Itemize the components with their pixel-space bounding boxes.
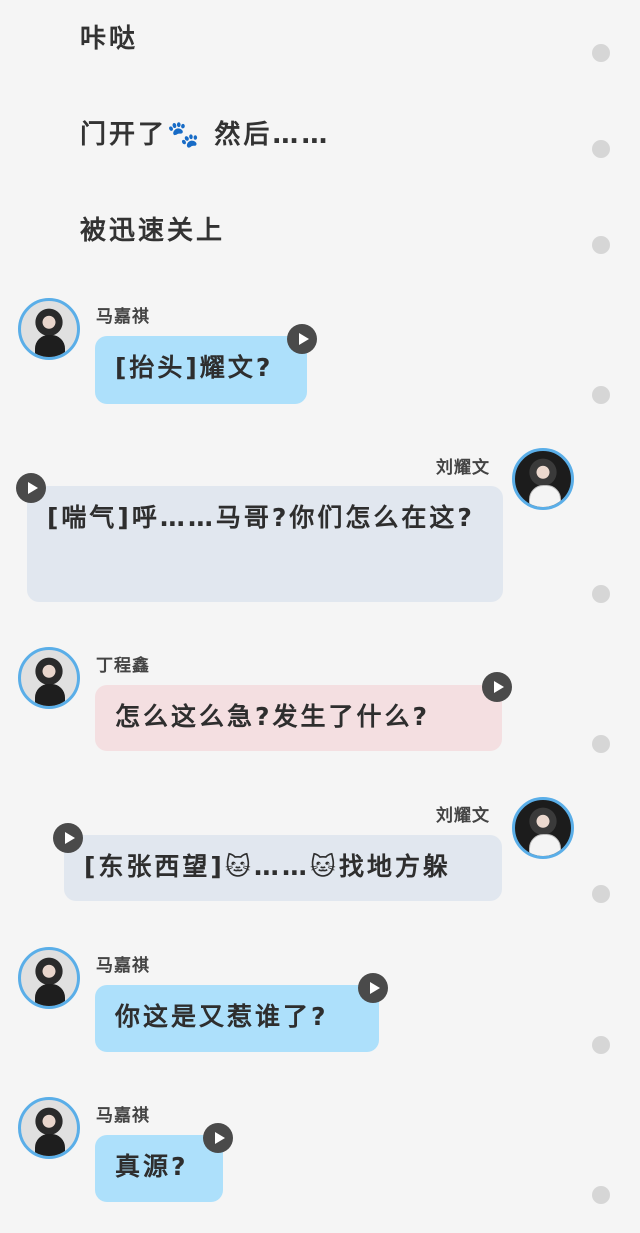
avatar[interactable] <box>512 797 574 859</box>
play-icon[interactable] <box>203 1123 233 1153</box>
message-bubble: [喘气]呼……马哥?你们怎么在这? <box>27 486 503 602</box>
status-dot-icon <box>592 44 610 62</box>
message-bubble: 你这是又惹谁了? <box>95 985 379 1052</box>
status-dot-icon <box>592 585 610 603</box>
message-bubble: 怎么这么急?发生了什么? <box>95 685 502 751</box>
avatar[interactable] <box>512 448 574 510</box>
status-dot-icon <box>592 1186 610 1204</box>
narration-line: 门开了🐾 然后…… <box>80 120 331 150</box>
status-dot-icon <box>592 735 610 753</box>
avatar[interactable] <box>18 647 80 709</box>
status-dot-icon <box>592 386 610 404</box>
speaker-name: 马嘉祺 <box>96 956 150 976</box>
avatar[interactable] <box>18 947 80 1009</box>
status-dot-icon <box>592 885 610 903</box>
play-icon[interactable] <box>482 672 512 702</box>
play-icon[interactable] <box>287 324 317 354</box>
status-dot-icon <box>592 236 610 254</box>
speaker-name: 刘耀文 <box>436 458 490 478</box>
avatar[interactable] <box>18 298 80 360</box>
speaker-name: 马嘉祺 <box>96 1106 150 1126</box>
speaker-name: 马嘉祺 <box>96 307 150 327</box>
play-icon[interactable] <box>53 823 83 853</box>
avatar[interactable] <box>18 1097 80 1159</box>
narration-line: 被迅速关上 <box>80 216 226 246</box>
status-dot-icon <box>592 1036 610 1054</box>
chat-story-screen: 咔哒 门开了🐾 然后…… 被迅速关上 马嘉祺 [抬头]耀文? 刘耀文 [喘气]呼… <box>0 0 640 1233</box>
status-dot-icon <box>592 140 610 158</box>
speaker-name: 丁程鑫 <box>96 656 150 676</box>
speaker-name: 刘耀文 <box>436 806 490 826</box>
message-bubble: [抬头]耀文? <box>95 336 307 404</box>
narration-line: 咔哒 <box>80 24 139 54</box>
play-icon[interactable] <box>358 973 388 1003</box>
play-icon[interactable] <box>16 473 46 503</box>
message-bubble: [东张西望]🐱……🐱找地方躲 <box>64 835 502 901</box>
